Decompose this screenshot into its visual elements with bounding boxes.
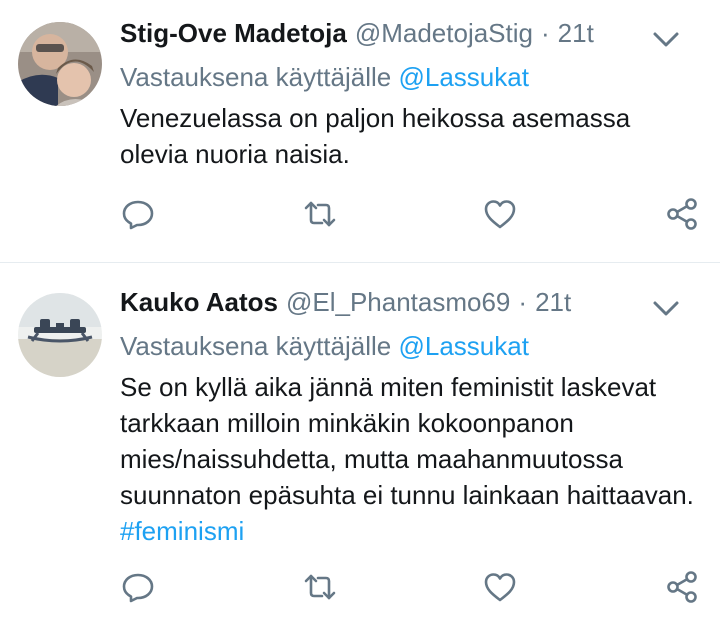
separator: · <box>540 18 550 48</box>
author-name[interactable]: Stig-Ove Madetoja <box>120 18 347 49</box>
retweet-icon[interactable] <box>302 196 338 232</box>
chevron-down-icon[interactable] <box>650 297 682 321</box>
chevron-down-icon[interactable] <box>650 28 682 52</box>
tweet-header: Kauko Aatos @El_Phantasmo69 · 21t <box>120 287 704 327</box>
reply-icon[interactable] <box>120 196 156 232</box>
author-name[interactable]: Kauko Aatos <box>120 287 278 318</box>
reply-prefix: Vastauksena käyttäjälle <box>120 331 392 361</box>
tweet-body: Se on kyllä aika jännä miten feministit … <box>120 372 694 510</box>
timestamp[interactable]: 21t <box>535 287 571 318</box>
heart-icon[interactable] <box>482 569 518 605</box>
tweet-text: Venezuelassa on paljon heikossa asemassa… <box>120 100 704 172</box>
reply-mention-link[interactable]: @Lassukat <box>398 331 528 361</box>
separator: · <box>518 287 528 317</box>
tweet-body: Venezuelassa on paljon heikossa asemassa… <box>120 103 631 169</box>
avatar[interactable] <box>18 293 102 377</box>
tweet-header: Stig-Ove Madetoja @MadetojaStig · 21t <box>120 18 704 58</box>
tweet[interactable]: Stig-Ove Madetoja @MadetojaStig · 21t Va… <box>0 0 720 263</box>
timestamp[interactable]: 21t <box>558 18 594 49</box>
avatar[interactable] <box>18 22 102 106</box>
tweet-text: Se on kyllä aika jännä miten feministit … <box>120 369 704 549</box>
tweet[interactable]: Kauko Aatos @El_Phantasmo69 · 21t Vastau… <box>0 263 720 630</box>
author-handle[interactable]: @MadetojaStig <box>355 18 533 49</box>
author-handle[interactable]: @El_Phantasmo69 <box>286 287 510 318</box>
reply-icon[interactable] <box>120 569 156 605</box>
reply-context: Vastauksena käyttäjälle @Lassukat <box>120 62 704 98</box>
retweet-icon[interactable] <box>302 569 338 605</box>
share-icon[interactable] <box>664 196 700 232</box>
reply-context: Vastauksena käyttäjälle @Lassukat <box>120 331 704 367</box>
heart-icon[interactable] <box>482 196 518 232</box>
tweet-actions <box>120 196 704 232</box>
reply-mention-link[interactable]: @Lassukat <box>398 62 528 92</box>
share-icon[interactable] <box>664 569 700 605</box>
reply-prefix: Vastauksena käyttäjälle <box>120 62 392 92</box>
hashtag-link[interactable]: #feminismi <box>120 516 244 546</box>
tweet-actions <box>120 569 704 605</box>
